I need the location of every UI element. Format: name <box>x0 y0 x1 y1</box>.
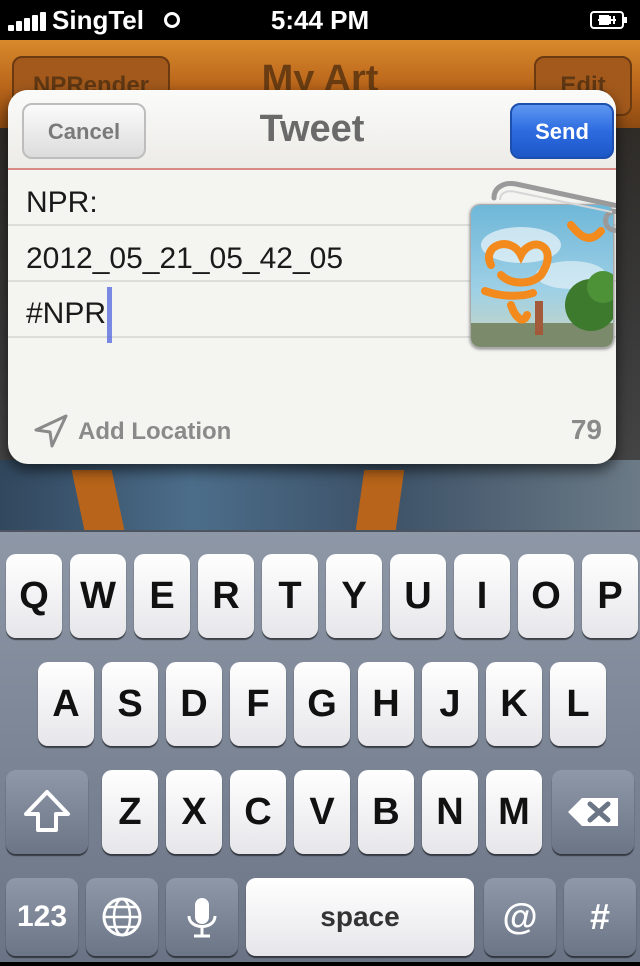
key-b[interactable]: B <box>358 770 414 854</box>
key-g[interactable]: G <box>294 662 350 746</box>
key-s[interactable]: S <box>102 662 158 746</box>
tweet-text-line: NPR: <box>26 186 98 219</box>
hash-key[interactable]: # <box>564 878 636 956</box>
key-u[interactable]: U <box>390 554 446 638</box>
backspace-icon <box>568 798 618 826</box>
key-d[interactable]: D <box>166 662 222 746</box>
keyboard: Q W E R T Y U I O P A S D F G H J K L Z … <box>0 530 640 962</box>
artwork-stroke <box>355 470 405 530</box>
key-v[interactable]: V <box>294 770 350 854</box>
key-x[interactable]: X <box>166 770 222 854</box>
text-cursor <box>107 287 113 344</box>
key-z[interactable]: Z <box>102 770 158 854</box>
key-i[interactable]: I <box>454 554 510 638</box>
paperclip-icon <box>491 181 616 233</box>
shift-key[interactable] <box>6 770 88 854</box>
location-arrow-icon[interactable] <box>34 414 68 448</box>
key-f[interactable]: F <box>230 662 286 746</box>
key-t[interactable]: T <box>262 554 318 638</box>
delete-key[interactable] <box>552 770 634 854</box>
key-q[interactable]: Q <box>6 554 62 638</box>
key-a[interactable]: A <box>38 662 94 746</box>
shift-arrow-icon <box>24 790 70 832</box>
tweet-sheet: Cancel Tweet Send NPR: 2012_05_21_05_42_… <box>8 90 616 464</box>
key-l[interactable]: L <box>550 662 606 746</box>
key-k[interactable]: K <box>486 662 542 746</box>
numbers-key[interactable]: 123 <box>6 878 78 956</box>
status-bar: SingTel 5:44 PM <box>0 0 640 40</box>
battery-charging-icon <box>590 11 627 29</box>
tweet-text-line-with-caret[interactable]: #NPR <box>26 286 113 344</box>
key-r[interactable]: R <box>198 554 254 638</box>
key-o[interactable]: O <box>518 554 574 638</box>
tweet-sheet-footer: Add Location 79 <box>8 394 616 464</box>
tweet-text-line: #NPR <box>26 297 107 330</box>
tweet-sheet-header: Cancel Tweet Send <box>8 90 616 170</box>
key-h[interactable]: H <box>358 662 414 746</box>
key-p[interactable]: P <box>582 554 638 638</box>
key-e[interactable]: E <box>134 554 190 638</box>
microphone-icon <box>187 898 217 938</box>
space-key[interactable]: space <box>246 878 474 956</box>
key-y[interactable]: Y <box>326 554 382 638</box>
at-key[interactable]: @ <box>484 878 556 956</box>
tweet-text-line: 2012_05_21_05_42_05 <box>26 242 344 275</box>
globe-key[interactable] <box>86 878 158 956</box>
character-counter: 79 <box>570 414 602 445</box>
add-location-button[interactable]: Add Location <box>78 418 231 446</box>
key-w[interactable]: W <box>70 554 126 638</box>
key-c[interactable]: C <box>230 770 286 854</box>
key-n[interactable]: N <box>422 770 478 854</box>
status-time: 5:44 PM <box>270 5 370 35</box>
send-button[interactable]: Send <box>510 103 614 159</box>
key-m[interactable]: M <box>486 770 542 854</box>
key-j[interactable]: J <box>422 662 478 746</box>
globe-icon <box>102 897 142 937</box>
dictation-key[interactable] <box>166 878 238 956</box>
